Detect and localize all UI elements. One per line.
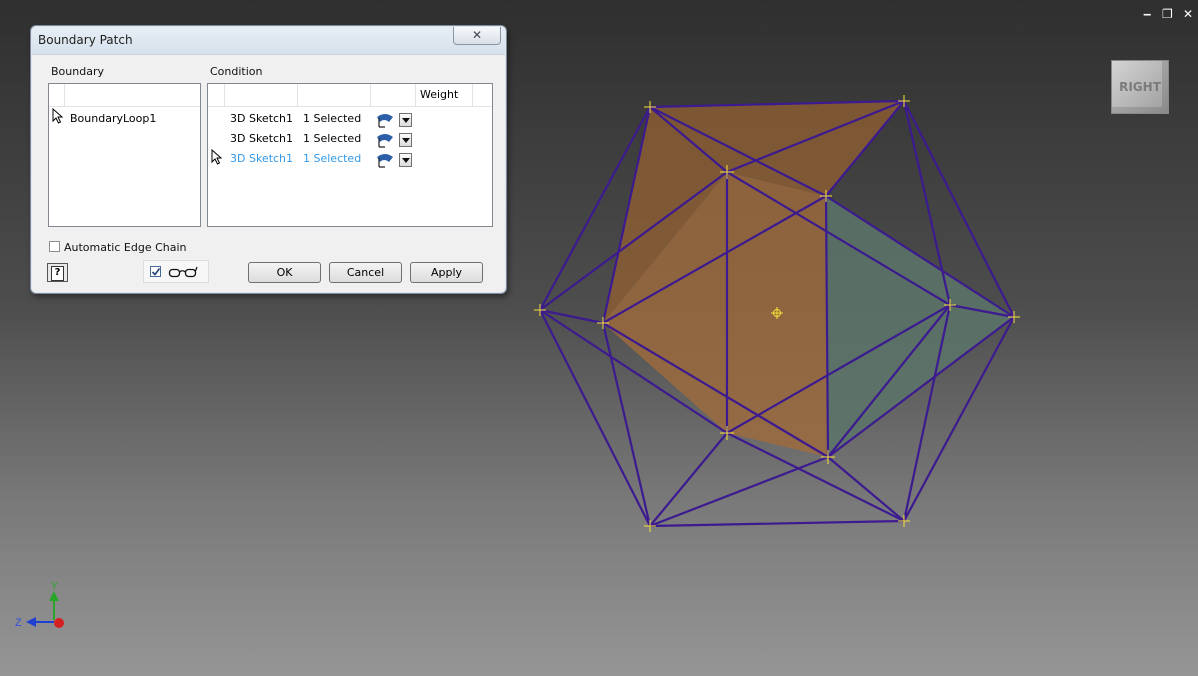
help-icon: ? [51,266,64,281]
restore-icon[interactable]: ❐ [1162,7,1173,21]
auto-edge-chain-label: Automatic Edge Chain [64,241,187,254]
dialog-close-button[interactable]: ✕ [453,27,501,45]
condition-grid[interactable]: Weight 3D Sketch1 1 Selected 3D Sketch1 … [207,83,493,227]
ok-button[interactable]: OK [248,262,321,283]
close-icon[interactable]: ✕ [1183,7,1193,21]
sketch-cell: 3D Sketch1 [230,132,294,145]
selection-cell: 1 Selected [303,152,362,165]
condition-label: Condition [210,65,263,78]
minimize-icon[interactable]: ‒ [1143,7,1151,21]
table-row[interactable]: 3D Sketch1 1 Selected [208,150,492,170]
condition-dropdown-button[interactable] [399,113,412,127]
viewcube-face-label[interactable]: RIGHT [1119,80,1161,94]
tangent-condition-icon[interactable] [375,132,395,148]
axis-z-label: Z [15,617,22,629]
axis-y-label: Y [51,581,58,592]
help-button[interactable]: ? [47,263,68,282]
table-row[interactable]: 3D Sketch1 1 Selected [208,110,492,130]
weight-column-header: Weight [416,84,473,106]
close-icon: ✕ [471,28,483,42]
sketch-cell: 3D Sketch1 [230,112,294,125]
condition-dropdown-button[interactable] [399,153,412,167]
boundary-patch-dialog: Boundary Patch ✕ Boundary Condition Boun… [30,25,507,294]
apply-button[interactable]: Apply [410,262,483,283]
tangent-condition-icon[interactable] [375,112,395,128]
boundary-list[interactable]: BoundaryLoop1 [48,83,201,227]
axis-triad [26,591,64,628]
viewcube[interactable]: RIGHT [1111,60,1169,114]
dialog-title: Boundary Patch [38,33,133,47]
mouse-pointer-icon [211,149,223,165]
preview-toggle[interactable] [143,260,209,283]
condition-grid-header: Weight [208,84,492,107]
selection-cell: 1 Selected [303,112,362,125]
boundary-list-header [49,84,200,107]
preview-checkbox[interactable] [150,266,161,277]
selection-cell: 1 Selected [303,132,362,145]
patch-face-green [826,196,1014,457]
sketch-cell: 3D Sketch1 [230,152,294,165]
condition-dropdown-button[interactable] [399,133,412,147]
mouse-pointer-icon [52,108,64,124]
list-item[interactable]: BoundaryLoop1 [70,112,156,125]
weight-header-label: Weight [420,88,459,101]
dialog-titlebar[interactable]: Boundary Patch ✕ [32,27,505,55]
auto-edge-chain-checkbox[interactable] [49,241,60,252]
tangent-condition-icon[interactable] [375,152,395,168]
glasses-icon [168,266,198,278]
cancel-button[interactable]: Cancel [329,262,402,283]
table-row[interactable]: 3D Sketch1 1 Selected [208,130,492,150]
checkmark-icon [151,268,161,276]
boundary-label: Boundary [51,65,104,78]
